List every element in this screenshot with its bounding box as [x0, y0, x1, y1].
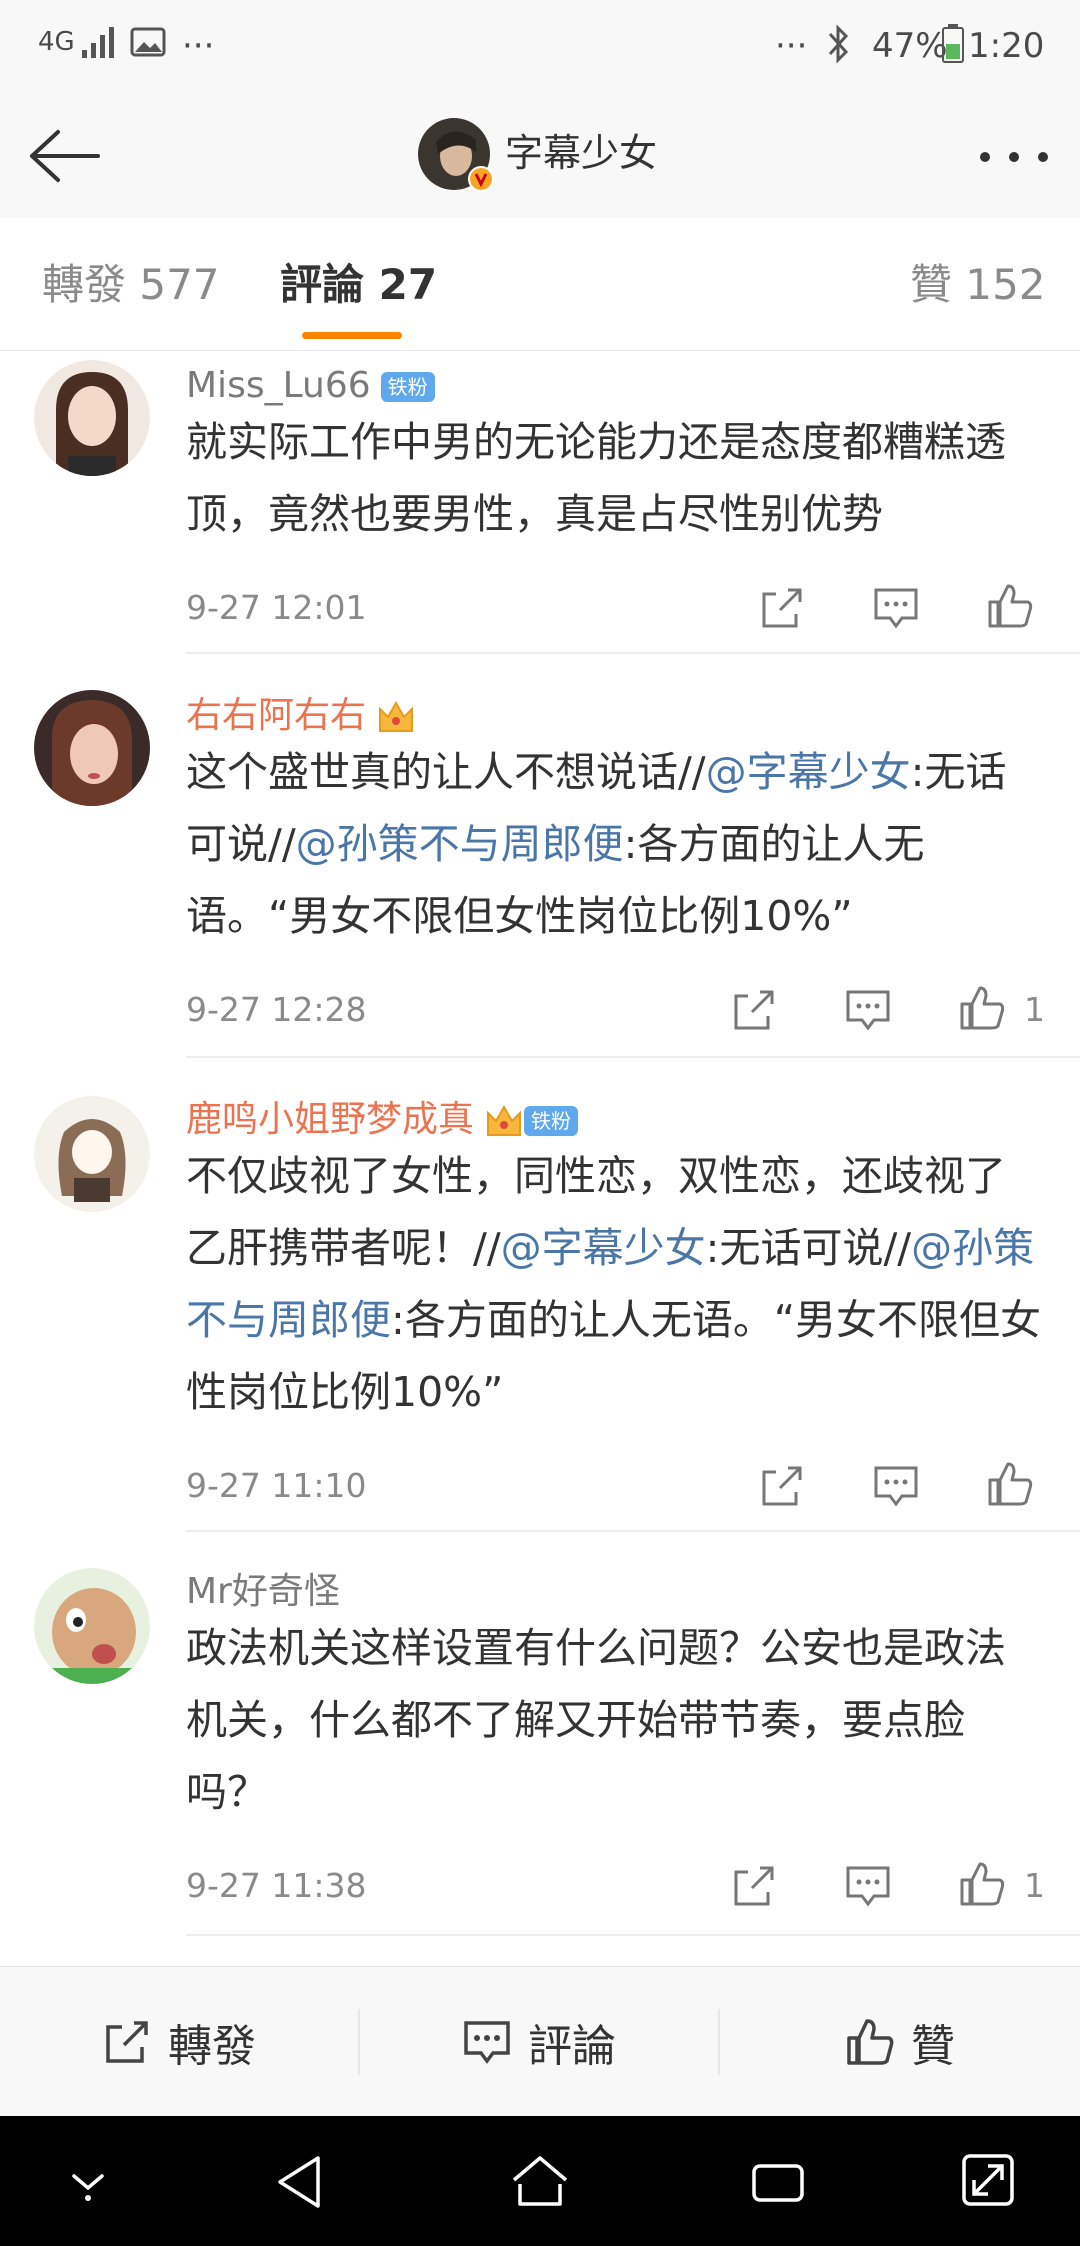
comment-timestamp: 9-27 12:01	[186, 588, 367, 627]
status-more-right: ···	[775, 26, 808, 66]
comment-username[interactable]: Miss_Lu66 铁粉	[186, 364, 435, 408]
comment-item: Mr好奇怪 政法机关这样设置有什么问题？公安也是政法机关，什么都不了解又开始带节…	[0, 1532, 1080, 1936]
top-navigation-bar: 字幕少女	[0, 90, 1080, 219]
comment-icon[interactable]	[872, 1462, 920, 1510]
username-text[interactable]: Mr好奇怪	[186, 1571, 340, 1612]
repost-icon[interactable]	[758, 584, 806, 632]
text-segment: :无话可说//	[705, 1224, 912, 1272]
repost-icon[interactable]	[758, 1462, 806, 1510]
avatar[interactable]	[34, 1568, 150, 1684]
comment-text: 不仅歧视了女性，同性恋，双性恋，还歧视了乙肝携带者呢！//@字幕少女:无话可说/…	[186, 1140, 1046, 1428]
verified-badge-icon	[468, 166, 494, 192]
fan-badge: 铁粉	[380, 372, 435, 402]
network-indicator: 4G	[38, 27, 75, 57]
avatar[interactable]	[34, 690, 150, 806]
text-segment: 这个盛世真的让人不想说话//	[186, 748, 706, 796]
like-button[interactable]: 贊	[720, 1967, 1080, 2117]
status-bar: 4G ··· ··· 47% 1:20	[0, 0, 1080, 90]
username-text[interactable]: Miss_Lu66	[186, 365, 371, 406]
repost-button[interactable]: 轉發	[0, 1967, 358, 2117]
comment-icon[interactable]	[844, 1862, 892, 1910]
avatar[interactable]	[34, 360, 150, 476]
bottom-action-bar: 轉發 評論 贊	[0, 1966, 1080, 2117]
expand-icon[interactable]	[958, 2150, 1018, 2210]
comment-icon[interactable]	[844, 986, 892, 1034]
divider	[186, 1934, 1080, 1936]
repost-label: 轉發	[168, 2021, 256, 2072]
signal-icon	[82, 27, 114, 58]
avatar[interactable]	[34, 1096, 150, 1212]
back-arrow-icon[interactable]	[28, 128, 104, 184]
tab-reposts[interactable]: 轉發 577	[42, 260, 220, 310]
page-title: 字幕少女	[505, 131, 658, 175]
mention-link[interactable]: @字幕少女	[706, 748, 911, 796]
comment-timestamp: 9-27 11:38	[186, 1866, 367, 1905]
like-icon[interactable]	[958, 984, 1006, 1032]
battery-percent: 47%	[872, 26, 948, 66]
image-icon	[130, 27, 166, 57]
back-icon[interactable]	[272, 2152, 328, 2212]
more-options-icon[interactable]	[978, 150, 1050, 164]
clock: 1:20	[968, 26, 1045, 66]
home-icon[interactable]	[508, 2152, 572, 2212]
comment-button[interactable]: 評論	[360, 1967, 718, 2117]
comment-username[interactable]: 右右阿右右	[186, 694, 416, 738]
active-tab-indicator	[302, 332, 402, 339]
tab-bar: 轉發 577 評論 27 贊 152	[0, 218, 1080, 351]
comment-icon	[464, 2021, 510, 2064]
like-count: 1	[1024, 990, 1045, 1029]
like-icon[interactable]	[986, 582, 1034, 630]
repost-icon	[106, 2021, 148, 2063]
like-icon[interactable]	[986, 1460, 1034, 1508]
like-icon[interactable]	[958, 1860, 1006, 1908]
system-navigation-bar	[0, 2116, 1080, 2246]
battery-icon	[942, 24, 964, 63]
comment-item: Miss_Lu66 铁粉 就实际工作中男的无论能力还是态度都糟糕透顶，竟然也要男性…	[0, 352, 1080, 654]
comment-item: 鹿鸣小姐野梦成真 铁粉 不仅歧视了女性，同性恋，双性恋，还歧视了乙肝携带者呢！//…	[0, 1058, 1080, 1532]
username-text[interactable]: 右右阿右右	[186, 695, 366, 736]
comment-username[interactable]: 鹿鸣小姐野梦成真 铁粉	[186, 1098, 579, 1142]
comment-label: 評論	[528, 2021, 616, 2072]
like-count: 1	[1024, 1866, 1045, 1905]
repost-icon[interactable]	[730, 1862, 778, 1910]
fan-badge: 铁粉	[524, 1106, 579, 1136]
bluetooth-icon	[828, 24, 849, 64]
comment-text: 这个盛世真的让人不想说话//@字幕少女:无话可说//@孙策不与周郎便:各方面的让…	[186, 736, 1046, 952]
comment-icon[interactable]	[872, 584, 920, 632]
status-more-left: ···	[182, 26, 215, 66]
mention-link[interactable]: @孙策不与周郎便	[296, 820, 624, 868]
tab-likes[interactable]: 贊 152	[910, 260, 1046, 310]
like-label: 贊	[911, 2021, 955, 2072]
comment-username[interactable]: Mr好奇怪	[186, 1570, 340, 1614]
vip-crown-icon	[487, 1104, 522, 1136]
recent-apps-icon[interactable]	[748, 2154, 808, 2210]
tab-comments[interactable]: 評論 27	[280, 260, 437, 310]
comment-text: 就实际工作中男的无论能力还是态度都糟糕透顶，竟然也要男性，真是占尽性别优势	[186, 418, 1006, 538]
hide-keyboard-icon[interactable]	[64, 2166, 112, 2202]
comment-item: 右右阿右右 这个盛世真的让人不想说话//@字幕少女:无话可说//@孙策不与周郎便…	[0, 654, 1080, 1058]
like-icon	[847, 2019, 894, 2065]
repost-icon[interactable]	[730, 986, 778, 1034]
mention-link[interactable]: @字幕少女	[501, 1224, 706, 1272]
comment-timestamp: 9-27 11:10	[186, 1466, 367, 1505]
comment-timestamp: 9-27 12:28	[186, 990, 367, 1029]
comment-text: 政法机关这样设置有什么问题？公安也是政法机关，什么都不了解又开始带节奏，要点脸吗…	[186, 1624, 1006, 1816]
vip-crown-icon	[379, 700, 414, 732]
username-text[interactable]: 鹿鸣小姐野梦成真	[186, 1099, 474, 1140]
